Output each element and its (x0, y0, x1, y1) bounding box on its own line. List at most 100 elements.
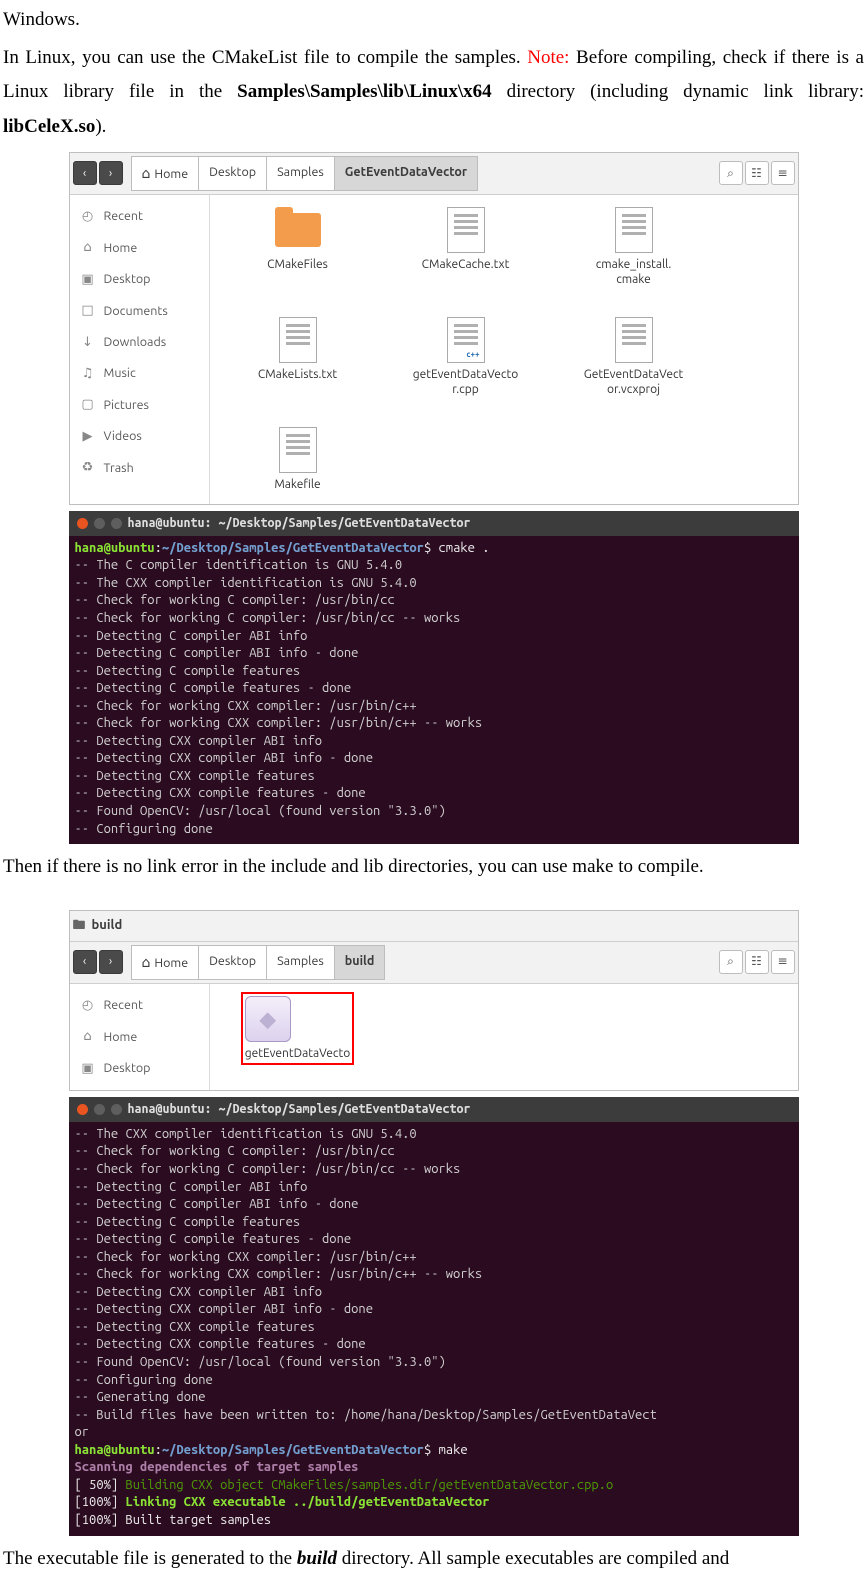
sidebar-item-trash[interactable]: ♻Trash (70, 452, 209, 483)
file-icon (275, 317, 321, 363)
folder-title-icon: 🖿 (73, 914, 86, 937)
minimize-icon[interactable] (94, 1104, 105, 1115)
terminal-2-titlebar: hana@ubuntu: ~/Desktop/Samples/GetEventD… (69, 1097, 799, 1122)
recent-icon: ◴ (80, 205, 96, 228)
terminal-2-title: hana@ubuntu: ~/Desktop/Samples/GetEventD… (128, 1101, 471, 1118)
nav-back-button[interactable]: ‹ (73, 950, 97, 974)
search-button[interactable]: ⌕ (719, 950, 743, 974)
pct100a: [100%] (75, 1495, 119, 1509)
recent-icon: ◴ (80, 994, 96, 1017)
menu-button[interactable]: ≡ (771, 950, 795, 974)
documents-icon: □ (80, 299, 96, 322)
crumb-samples[interactable]: Samples (267, 945, 335, 980)
home-icon: ⌂ (80, 236, 96, 259)
sidebar-item-recent[interactable]: ◴Recent (70, 201, 209, 232)
link-line: Linking CXX executable ../build/getEvent… (118, 1495, 489, 1509)
minimize-icon[interactable] (94, 518, 105, 529)
crumb-current[interactable]: GetEventDataVector (335, 156, 478, 191)
nav-forward-button[interactable]: › (99, 161, 123, 185)
t3b: directory. All sample executables are co… (337, 1548, 729, 1569)
sidebar-item-desktop[interactable]: ▣ Desktop (70, 264, 209, 295)
crumb-home[interactable]: Home (131, 945, 200, 980)
close-icon[interactable] (77, 518, 88, 529)
fm2-toolbar: 🖿 build (70, 911, 798, 941)
nav-forward-button[interactable]: › (99, 950, 123, 974)
sidebar-item-label: Music (104, 362, 136, 385)
sidebar-item-music[interactable]: ♫Music (70, 358, 209, 389)
sidebar-item-label: Videos (104, 425, 142, 448)
file-item[interactable]: getEventDataVecto r.cpp (396, 317, 536, 397)
search-button[interactable]: ⌕ (719, 161, 743, 185)
sidebar-item-pictures[interactable]: ▢Pictures (70, 389, 209, 420)
crumb-build[interactable]: build (335, 945, 386, 980)
t-before-note: In Linux, you can use the CMakeList file… (3, 47, 527, 68)
build-line: Building CXX object CMakeFiles/samples.d… (118, 1478, 613, 1492)
file-icon (443, 207, 489, 253)
close-icon[interactable] (77, 1104, 88, 1115)
file-label: GetEventDataVect or.vcxproj (584, 367, 684, 397)
terminal-2-output[interactable]: -- The CXX compiler identification is GN… (69, 1122, 799, 1536)
cmd-make: make (439, 1443, 468, 1457)
file-icon (275, 427, 321, 473)
terminal-1-title: hana@ubuntu: ~/Desktop/Samples/GetEventD… (128, 515, 471, 532)
paragraph-linux-intro: In Linux, you can use the CMakeList file… (3, 41, 864, 144)
desktop-icon: ▣ (80, 1057, 96, 1080)
file-label: CMakeFiles (267, 257, 328, 272)
build-word: build (297, 1548, 337, 1569)
sidebar-item-label: Home (104, 1026, 138, 1049)
file-item[interactable]: Makefile (228, 427, 368, 492)
desktop-icon: ▣ (80, 268, 96, 291)
file-label: CMakeCache.txt (422, 257, 510, 272)
t-end: ). (95, 116, 106, 137)
sidebar-item-documents[interactable]: □Documents (70, 295, 209, 326)
view-grid-button[interactable]: ☷ (745, 950, 769, 974)
fm2-file-grid: getEventDataVecto (210, 984, 798, 1090)
sidebar-item-downloads[interactable]: ↓Downloads (70, 327, 209, 358)
file-icon (611, 317, 657, 363)
file-item[interactable]: CMakeLists.txt (228, 317, 368, 397)
crumb-home[interactable]: Home (131, 156, 200, 191)
file-label: cmake_install. cmake (596, 257, 672, 287)
terminal-1-output[interactable]: hana@ubuntu:~/Desktop/Samples/GetEventDa… (69, 536, 799, 844)
file-label: Makefile (274, 477, 320, 492)
sidebar-item-home[interactable]: ⌂ Home (70, 1021, 209, 1052)
prompt-user: hana@ubuntu (75, 1443, 155, 1457)
t3a: The executable file is generated to the (3, 1548, 297, 1569)
prompt-path: ~/Desktop/Samples/GetEventDataVector (162, 1443, 424, 1457)
sidebar-item-desktop[interactable]: ▣Desktop (70, 1053, 209, 1084)
menu-button[interactable]: ≡ (771, 161, 795, 185)
file-icon (611, 207, 657, 253)
fm2-title: build (92, 914, 123, 937)
home-icon: ⌂ (80, 1025, 96, 1048)
sidebar-item-home[interactable]: ⌂ Home (70, 232, 209, 263)
view-grid-button[interactable]: ☷ (745, 161, 769, 185)
maximize-icon[interactable] (111, 1104, 122, 1115)
file-label: getEventDataVecto (245, 1046, 350, 1061)
sidebar-item-videos[interactable]: ▶Videos (70, 421, 209, 452)
sidebar-item-label: Home (104, 237, 138, 260)
file-item[interactable]: getEventDataVecto (228, 992, 368, 1065)
paragraph-windows: Windows. (3, 3, 864, 37)
file-item[interactable]: CMakeCache.txt (396, 207, 536, 287)
sidebar-item-recent[interactable]: ◴ Recent (70, 990, 209, 1021)
maximize-icon[interactable] (111, 518, 122, 529)
downloads-icon: ↓ (80, 331, 96, 354)
file-item[interactable]: CMakeFiles (228, 207, 368, 287)
sidebar-item-label: Trash (104, 457, 134, 480)
file-item[interactable]: cmake_install. cmake (564, 207, 704, 287)
nav-back-button[interactable]: ‹ (73, 161, 97, 185)
fm2-toolbar-nav: ‹ › Home Desktop Samples build ⌕ ☷ ≡ (70, 942, 798, 984)
sidebar-item-label: Desktop (104, 268, 151, 291)
file-item[interactable]: GetEventDataVect or.vcxproj (564, 317, 704, 397)
paragraph-then: Then if there is no link error in the in… (3, 850, 864, 884)
pct100b: [100%] (75, 1513, 119, 1527)
fm1-breadcrumbs: Home Desktop Samples GetEventDataVector (131, 156, 479, 191)
sidebar-item-label: Recent (104, 994, 143, 1017)
terminal-2: hana@ubuntu: ~/Desktop/Samples/GetEventD… (69, 1097, 799, 1535)
crumb-samples[interactable]: Samples (267, 156, 335, 191)
built-line: Built target samples (118, 1513, 271, 1527)
crumb-desktop[interactable]: Desktop (199, 945, 267, 980)
sidebar-item-label: Pictures (104, 394, 149, 417)
crumb-desktop[interactable]: Desktop (199, 156, 267, 191)
fm2-sidebar: ◴ Recent ⌂ Home ▣Desktop (70, 984, 210, 1090)
